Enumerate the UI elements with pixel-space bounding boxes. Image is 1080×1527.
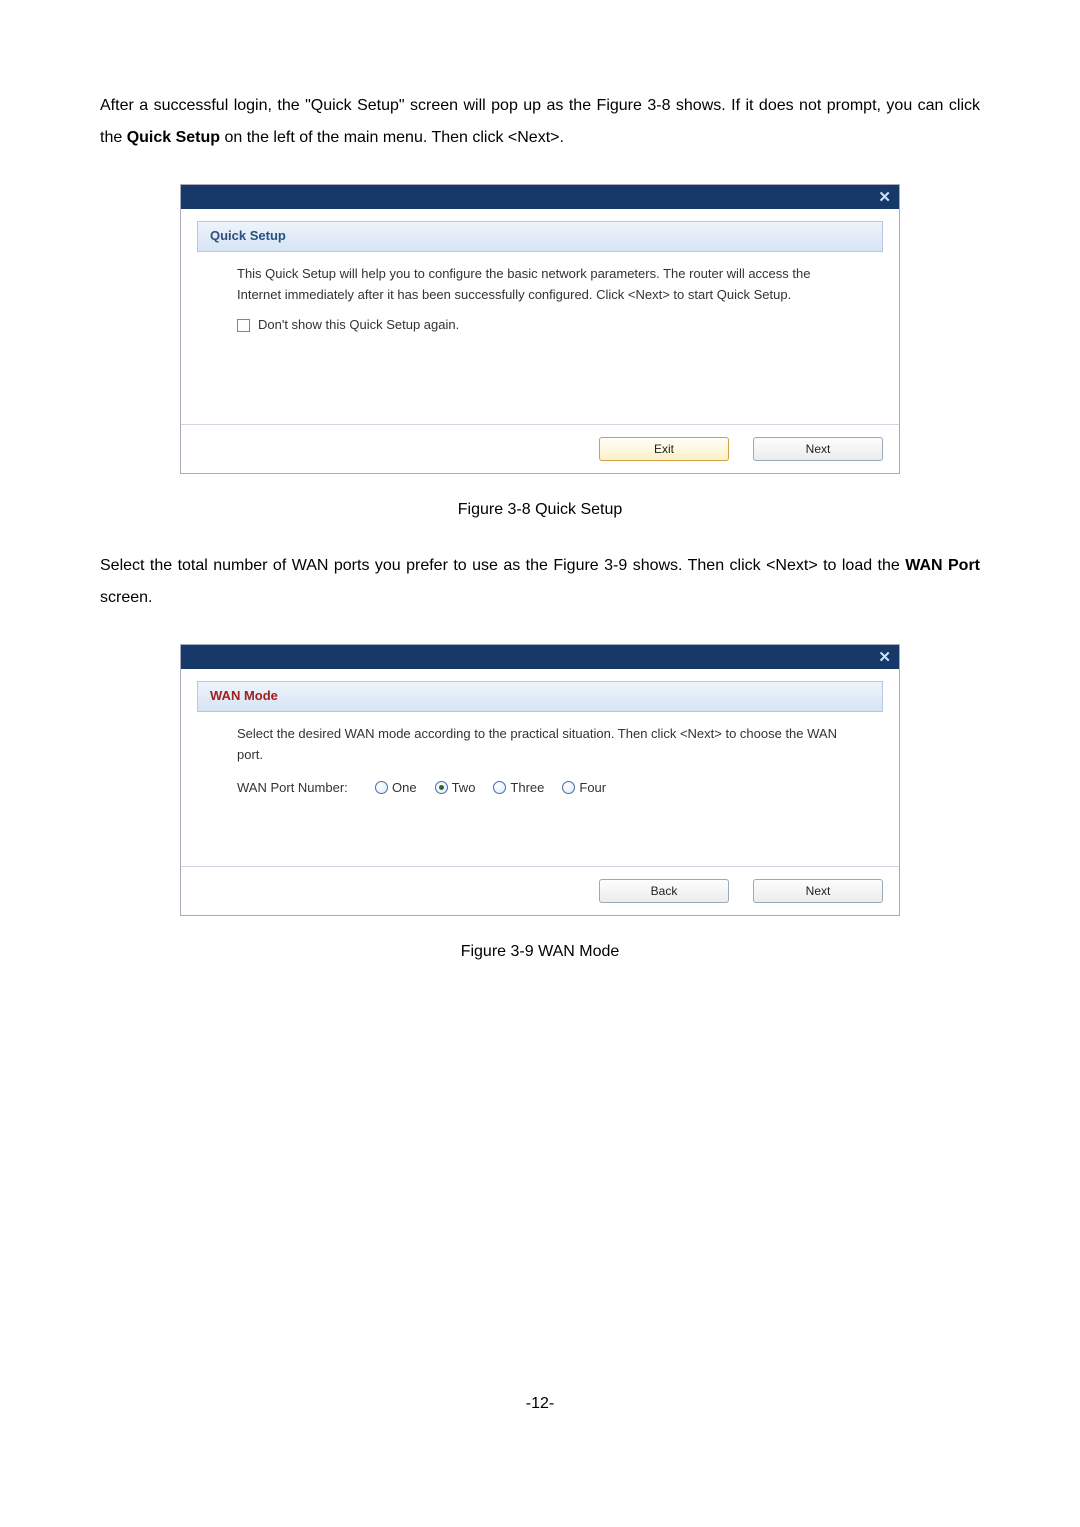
checkbox-icon[interactable] (237, 319, 250, 332)
figure-3-8-caption: Figure 3-8 Quick Setup (100, 494, 980, 526)
dont-show-label: Don't show this Quick Setup again. (258, 315, 459, 336)
radio-icon[interactable] (562, 781, 575, 794)
close-icon[interactable]: ✕ (878, 190, 891, 205)
page-number: -12- (100, 1388, 980, 1420)
radio-three-label: Three (510, 778, 544, 799)
mid-text-post: screen. (100, 589, 152, 606)
dialog-titlebar: ✕ (181, 185, 899, 209)
intro-text-post: on the left of the main menu. Then click… (220, 129, 564, 146)
radio-four[interactable]: Four (562, 778, 606, 799)
radio-one-label: One (392, 778, 417, 799)
next-button[interactable]: Next (753, 879, 883, 903)
radio-two[interactable]: Two (435, 778, 476, 799)
close-icon[interactable]: ✕ (878, 650, 891, 665)
intro-paragraph: After a successful login, the "Quick Set… (100, 90, 980, 154)
dialog-titlebar: ✕ (181, 645, 899, 669)
radio-four-label: Four (579, 778, 606, 799)
back-button[interactable]: Back (599, 879, 729, 903)
radio-dot-icon (439, 785, 444, 790)
radio-two-label: Two (452, 778, 476, 799)
radio-icon[interactable] (375, 781, 388, 794)
dialog-button-row: Exit Next (181, 424, 899, 473)
mid-text-pre: Select the total number of WAN ports you… (100, 557, 905, 574)
radio-icon[interactable] (493, 781, 506, 794)
wan-mode-dialog: ✕ WAN Mode Select the desired WAN mode a… (180, 644, 900, 916)
intro-text-bold: Quick Setup (127, 129, 220, 146)
radio-icon[interactable] (435, 781, 448, 794)
wan-port-number-row: WAN Port Number: One Two Three (237, 778, 853, 799)
radio-three[interactable]: Three (493, 778, 544, 799)
quick-setup-body-text: This Quick Setup will help you to config… (237, 264, 853, 306)
figure-3-9-caption: Figure 3-9 WAN Mode (100, 936, 980, 968)
mid-text-bold: WAN Port (905, 557, 980, 574)
dont-show-row[interactable]: Don't show this Quick Setup again. (237, 315, 853, 336)
wan-port-number-label: WAN Port Number: (237, 778, 357, 799)
wan-mode-body-text: Select the desired WAN mode according to… (237, 724, 853, 766)
radio-one[interactable]: One (375, 778, 417, 799)
dialog-button-row: Back Next (181, 866, 899, 915)
mid-paragraph: Select the total number of WAN ports you… (100, 550, 980, 614)
wan-mode-header: WAN Mode (197, 681, 883, 712)
next-button[interactable]: Next (753, 437, 883, 461)
exit-button[interactable]: Exit (599, 437, 729, 461)
quick-setup-dialog: ✕ Quick Setup This Quick Setup will help… (180, 184, 900, 474)
quick-setup-header: Quick Setup (197, 221, 883, 252)
